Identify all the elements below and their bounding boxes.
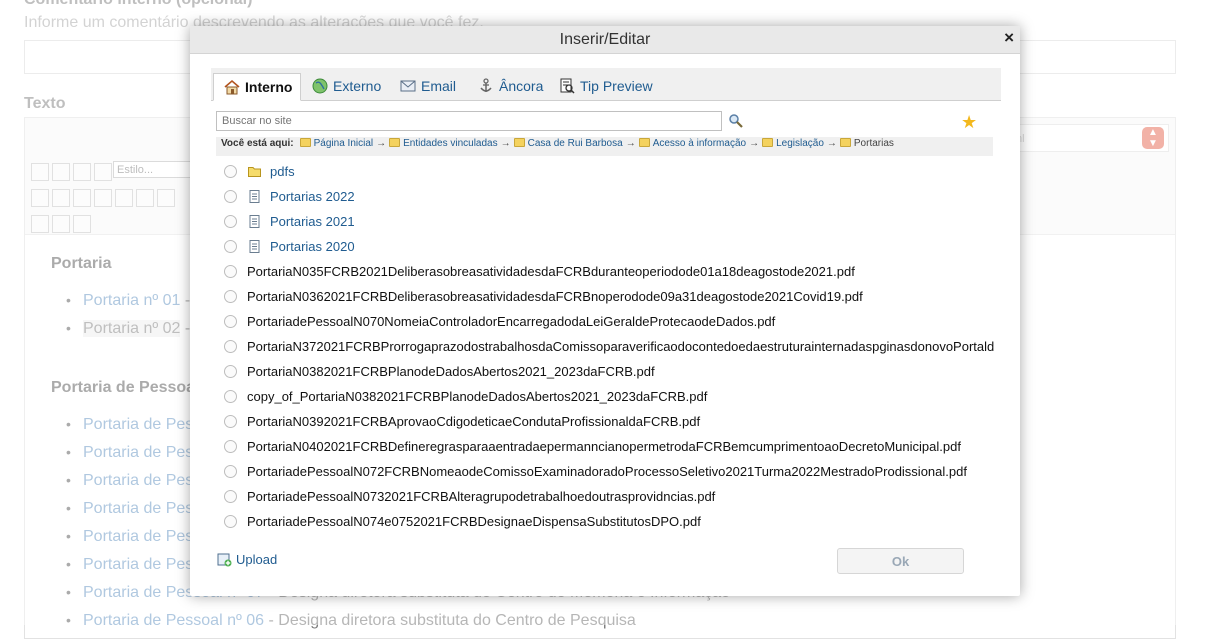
list-item[interactable]: PortariadePessoalN070NomeiaControladorEn…	[224, 309, 996, 334]
insert-edit-dialog: Inserir/Editar × Interno Externo Email Â…	[190, 26, 1020, 596]
tab-ancora[interactable]: Âncora	[478, 72, 543, 100]
item-label[interactable]: Portarias 2020	[270, 239, 355, 254]
item-label[interactable]: PortariadePessoalN070NomeiaControladorEn…	[247, 314, 775, 329]
breadcrumb-item[interactable]: Casa de Rui Barbosa	[528, 138, 623, 149]
content-list: pdfs Portarias 2022 Portarias 2021 Porta…	[224, 159, 996, 539]
list-item[interactable]: copy_of_PortariaN0382021FCRBPlanodeDados…	[224, 384, 996, 409]
item-label[interactable]: copy_of_PortariaN0382021FCRBPlanodeDados…	[247, 389, 707, 404]
folder-icon	[248, 167, 261, 177]
document-icon	[249, 240, 260, 253]
ok-button[interactable]: Ok	[837, 548, 964, 574]
search-icon[interactable]	[728, 113, 744, 129]
item-label[interactable]: Portarias 2021	[270, 214, 355, 229]
tab-tip-preview[interactable]: Tip Preview	[559, 72, 653, 100]
breadcrumb-item[interactable]: Página Inicial	[314, 138, 373, 149]
select-radio[interactable]	[224, 390, 237, 403]
select-radio[interactable]	[224, 365, 237, 378]
select-radio[interactable]	[224, 240, 237, 253]
tab-label: Tip Preview	[580, 78, 653, 94]
document-icon	[249, 215, 260, 228]
item-label[interactable]: PortariaN0382021FCRBPlanodeDadosAbertos2…	[247, 364, 655, 379]
dialog-titlebar[interactable]: Inserir/Editar ×	[190, 26, 1020, 54]
select-radio[interactable]	[224, 465, 237, 478]
list-item[interactable]: PortariaN372021FCRBProrrogaprazodostraba…	[224, 334, 996, 359]
dialog-title: Inserir/Editar	[559, 31, 651, 48]
select-radio[interactable]	[224, 315, 237, 328]
list-item[interactable]: pdfs	[224, 159, 996, 184]
breadcrumb-item[interactable]: Legislação	[776, 138, 824, 149]
item-label[interactable]: PortariaN372021FCRBProrrogaprazodostraba…	[247, 339, 994, 354]
breadcrumb-item[interactable]: Entidades vinculadas	[403, 138, 498, 149]
item-label[interactable]: Portarias 2022	[270, 189, 355, 204]
upload-label: Upload	[236, 552, 278, 567]
link-type-tabs: Interno Externo Email Âncora Tip Preview	[211, 68, 1001, 101]
list-item[interactable]: PortariadePessoalN0732021FCRBAlteragrupo…	[224, 484, 996, 509]
list-item[interactable]: Portarias 2021	[224, 209, 996, 234]
folder-icon	[638, 138, 650, 147]
folder-icon	[839, 138, 851, 147]
select-radio[interactable]	[224, 290, 237, 303]
tab-label: Âncora	[499, 78, 544, 94]
list-item[interactable]: PortariaN0392021FCRBAprovaoCdigodeticaeC…	[224, 409, 996, 434]
tab-interno[interactable]: Interno	[213, 73, 302, 101]
select-radio[interactable]	[224, 440, 237, 453]
breadcrumb-separator: →	[500, 138, 511, 149]
select-radio[interactable]	[224, 265, 237, 278]
select-radio[interactable]	[224, 415, 237, 428]
tab-externo[interactable]: Externo	[312, 72, 381, 100]
folder-icon	[389, 138, 401, 147]
item-label[interactable]: pdfs	[270, 164, 295, 179]
breadcrumb-item[interactable]: Acesso à informação	[653, 138, 746, 149]
folder-icon	[513, 138, 525, 147]
item-label[interactable]: PortariadePessoalN074e0752021FCRBDesigna…	[247, 514, 701, 529]
tab-label: Interno	[245, 79, 293, 95]
breadcrumb-separator: →	[749, 138, 760, 149]
globe-icon	[312, 78, 328, 94]
list-item[interactable]: PortariaN0402021FCRBDefineregrasparaaent…	[224, 434, 996, 459]
breadcrumb-label: Você está aqui:	[221, 138, 294, 149]
upload-link[interactable]: Upload	[217, 552, 277, 567]
list-item[interactable]: PortariadePessoalN072FCRBNomeaodeComisso…	[224, 459, 996, 484]
select-radio[interactable]	[224, 190, 237, 203]
document-icon	[249, 190, 260, 203]
preview-icon	[560, 78, 575, 94]
tab-email[interactable]: Email	[400, 72, 456, 100]
home-icon	[224, 79, 240, 95]
breadcrumb-separator: →	[376, 138, 387, 149]
breadcrumb: Você está aqui: Página Inicial → Entidades …	[216, 137, 993, 156]
item-label[interactable]: PortariaN0392021FCRBAprovaoCdigodeticaeC…	[247, 414, 700, 429]
breadcrumb-separator: →	[826, 138, 837, 149]
select-radio[interactable]	[224, 515, 237, 528]
folder-icon	[762, 138, 774, 147]
tab-label: Externo	[333, 78, 382, 94]
select-radio[interactable]	[224, 490, 237, 503]
select-radio[interactable]	[224, 165, 237, 178]
search-input[interactable]	[216, 111, 722, 131]
select-radio[interactable]	[224, 215, 237, 228]
item-label[interactable]: PortariadePessoalN072FCRBNomeaodeComisso…	[247, 464, 967, 479]
list-item[interactable]: PortariaN035FCRB2021Deliberasobreasativi…	[224, 259, 996, 284]
email-icon	[400, 80, 416, 92]
item-label[interactable]: PortariaN0402021FCRBDefineregrasparaaent…	[247, 439, 961, 454]
list-item[interactable]: PortariadePessoalN074e0752021FCRBDesigna…	[224, 509, 996, 534]
tab-label: Email	[421, 78, 457, 94]
list-item[interactable]: Portarias 2022	[224, 184, 996, 209]
item-label[interactable]: PortariadePessoalN0732021FCRBAlteragrupo…	[247, 489, 715, 504]
breadcrumb-current: Portarias	[853, 138, 894, 149]
upload-icon	[217, 553, 232, 567]
folder-icon	[299, 138, 311, 147]
select-radio[interactable]	[224, 340, 237, 353]
anchor-icon	[480, 78, 492, 92]
favorite-star-icon[interactable]: ★	[961, 113, 977, 131]
item-label[interactable]: PortariaN0362021FCRBDeliberasobreasativi…	[247, 289, 863, 304]
close-icon[interactable]: ×	[1004, 29, 1014, 47]
list-item[interactable]: PortariaN0362021FCRBDeliberasobreasativi…	[224, 284, 996, 309]
list-item[interactable]: PortariaN0382021FCRBPlanodeDadosAbertos2…	[224, 359, 996, 384]
item-label[interactable]: PortariaN035FCRB2021Deliberasobreasativi…	[247, 264, 855, 279]
breadcrumb-separator: →	[625, 138, 636, 149]
list-item[interactable]: Portarias 2020	[224, 234, 996, 259]
